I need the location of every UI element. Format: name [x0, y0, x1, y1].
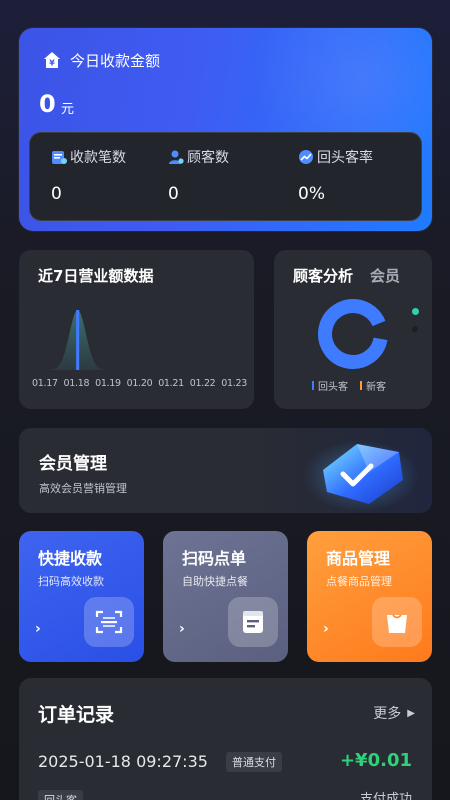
- scan-icon: [84, 597, 134, 647]
- tab-member[interactable]: 会员: [370, 265, 400, 286]
- x-tick-label: 01.23: [221, 378, 247, 389]
- x-tick-label: 01.18: [63, 378, 90, 389]
- stat-label: 顾客数: [187, 150, 229, 166]
- shopping-bag-icon: [372, 597, 422, 647]
- customer-analysis-panel[interactable]: 顾客分析 会员 回头客 新客: [274, 250, 432, 409]
- order-amount: +¥0.01: [339, 750, 412, 771]
- stat-return-rate: 回头客率 0%: [298, 147, 373, 204]
- order-list-icon: [228, 597, 278, 647]
- tile-title: 扫码点单: [182, 549, 247, 568]
- legend-swatch: [312, 381, 314, 390]
- sales-7day-panel[interactable]: 近7日营业额数据 01.17 01.18 01.19 01.20 01.21 01.22 0…: [19, 250, 254, 409]
- x-tick-label: 01.17: [32, 378, 58, 389]
- quick-payment-tile[interactable]: 快捷收款 扫码高效收款 ›: [19, 531, 144, 662]
- order-records-panel: 订单记录 更多 ▶ 2025-01-18 09:27:35 普通支付 +¥0.0…: [19, 678, 432, 800]
- member-subtitle: 高效会员营销管理: [39, 482, 127, 495]
- indicator-dot-active: [412, 308, 419, 315]
- receipt-icon: [52, 151, 67, 164]
- x-tick-label: 01.20: [126, 378, 153, 389]
- legend-swatch: [360, 381, 362, 390]
- tile-subtitle: 自助快捷点餐: [182, 575, 248, 588]
- indicator-dot: [412, 326, 418, 332]
- stat-value: 0: [168, 184, 179, 204]
- order-time: 2025-01-18 09:27:35: [38, 752, 208, 771]
- caret-right-icon: ▶: [407, 707, 415, 719]
- x-tick-label: 01.19: [95, 378, 121, 389]
- tile-title: 快捷收款: [38, 549, 103, 568]
- order-status: 支付成功: [359, 792, 412, 800]
- stat-customers: 顾客数 0: [168, 147, 229, 204]
- customer-icon: [169, 150, 184, 164]
- customer-panel-title: 顾客分析: [293, 267, 354, 285]
- stat-value: 0: [51, 184, 62, 204]
- revenue-amount: 0: [39, 90, 56, 118]
- more-label: 更多: [373, 706, 402, 722]
- tile-subtitle: 扫码高效收款: [38, 575, 104, 588]
- chevron-right-icon: ›: [179, 621, 185, 637]
- member-title: 会员管理: [39, 454, 107, 474]
- stat-label: 回头客率: [317, 150, 373, 166]
- product-management-tile[interactable]: 商品管理 点餐商品管理 ›: [307, 531, 432, 662]
- legend-label: 回头客: [318, 382, 348, 393]
- sales-x-axis: 01.17 01.18 01.19 01.20 01.21 01.22 01.23: [32, 378, 247, 389]
- member-management-card[interactable]: 会员管理 高效会员营销管理: [19, 428, 432, 513]
- legend-new: 新客: [360, 378, 386, 393]
- stat-transactions: 收款笔数 0: [51, 147, 126, 204]
- stat-label: 收款笔数: [70, 150, 126, 166]
- customer-legend: 回头客 新客: [312, 378, 386, 393]
- x-tick-label: 01.21: [158, 378, 184, 389]
- x-tick-label: 01.22: [189, 378, 216, 389]
- today-revenue-card[interactable]: ¥ 今日收款金额 0 元 收款笔数 0 顾客数 0 回头客率 0%: [19, 28, 432, 231]
- stat-value: 0%: [298, 184, 325, 204]
- member-gem-icon: [303, 440, 419, 512]
- scan-order-tile[interactable]: 扫码点单 自助快捷点餐 ›: [163, 531, 288, 662]
- customer-donut-chart: [318, 299, 388, 369]
- revenue-stats: 收款笔数 0 顾客数 0 回头客率 0%: [29, 132, 422, 221]
- order-payment-type: 普通支付: [226, 752, 282, 772]
- legend-label: 新客: [366, 382, 386, 393]
- revenue-unit: 元: [61, 102, 75, 117]
- legend-returning: 回头客: [312, 378, 348, 393]
- trend-icon: [299, 150, 313, 164]
- sales-peak-marker: [76, 310, 80, 370]
- svg-text:¥: ¥: [49, 59, 55, 68]
- orders-title: 订单记录: [38, 704, 115, 726]
- chevron-right-icon: ›: [323, 621, 329, 637]
- revenue-title: 今日收款金额: [70, 52, 161, 70]
- tile-subtitle: 点餐商品管理: [326, 575, 392, 588]
- chevron-right-icon: ›: [35, 621, 41, 637]
- order-customer-type: 回头客: [38, 790, 83, 800]
- orders-more-link[interactable]: 更多 ▶: [373, 703, 415, 723]
- tile-title: 商品管理: [326, 549, 391, 568]
- shop-icon: ¥: [44, 52, 60, 68]
- sales-area: [47, 310, 231, 370]
